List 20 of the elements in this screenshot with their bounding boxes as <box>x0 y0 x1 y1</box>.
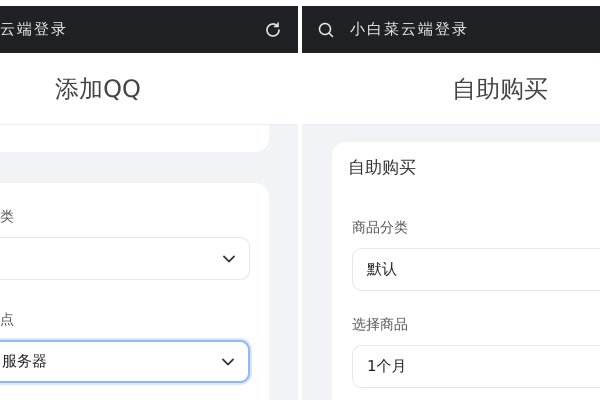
select-field[interactable]: 服务器 <box>0 340 250 383</box>
page-title: 自助购买 <box>452 74 548 102</box>
select-field[interactable]: 默认 <box>352 248 600 291</box>
select-field[interactable]: 1个月 <box>352 345 600 388</box>
field-label: 选择商品 <box>352 316 409 335</box>
top-bar-title: 小白菜云端登录 <box>350 19 469 40</box>
select-value: 1个月 <box>367 356 407 378</box>
select-value: 服务器 <box>2 351 47 372</box>
field-label: 商品分类 <box>352 219 409 238</box>
field-label: 类 <box>0 208 15 227</box>
select-value: 默认 <box>367 259 397 280</box>
top-bar-title: 云端登录 <box>0 19 68 40</box>
chevron-down-icon <box>222 358 234 366</box>
page-title: 添加QQ <box>55 74 141 102</box>
refresh-icon[interactable] <box>264 20 282 38</box>
select-field[interactable] <box>0 237 250 280</box>
chevron-down-icon <box>223 254 235 262</box>
search-icon[interactable] <box>318 22 334 38</box>
field-label: 点 <box>0 311 15 330</box>
card-title: 自助购买 <box>348 157 417 180</box>
